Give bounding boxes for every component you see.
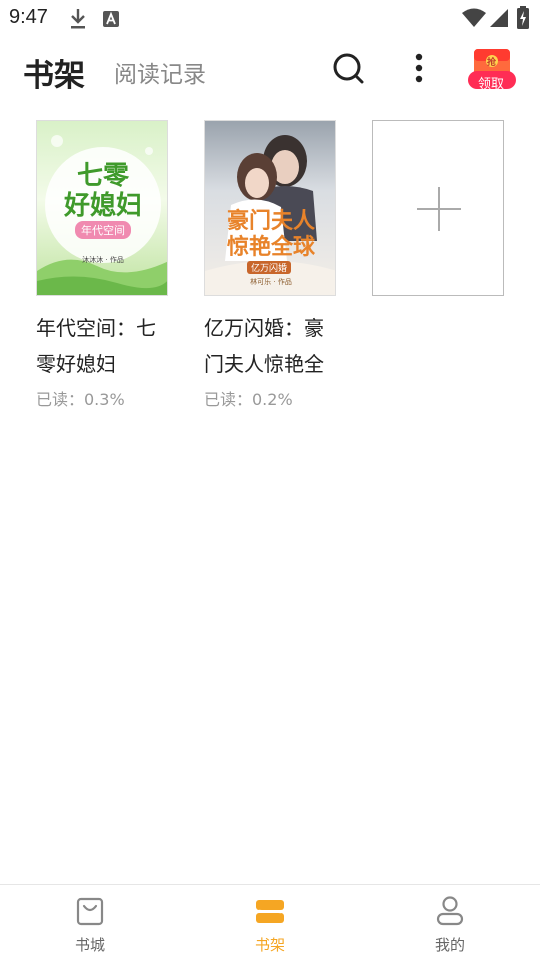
reward-badge-top: 抢	[487, 58, 497, 68]
person-icon	[436, 896, 464, 926]
status-bar: 9:47	[0, 0, 540, 36]
book-title: 亿万闪婚：豪门夫人惊艳全球	[204, 316, 324, 376]
reward-badge-label: 领取	[478, 77, 505, 92]
nav-label: 书城	[74, 936, 105, 954]
app-notification-icon	[103, 11, 119, 27]
tab-bookshelf[interactable]: 书架	[23, 50, 85, 95]
book-cover[interactable]: 豪门夫人 惊艳全球 亿万闪婚 林可乐 · 作品	[204, 120, 336, 296]
cover-title-line2: 惊艳全球	[226, 234, 315, 260]
add-book-button[interactable]	[372, 120, 504, 296]
header: 书架 阅读记录 抢 领取	[0, 40, 540, 100]
bookshelf-icon	[256, 900, 284, 923]
nav-label: 我的	[434, 936, 465, 954]
book-item[interactable]: 七零 好媳妇 年代空间 沐沐沐 · 作品 年代空间：七零好媳妇 已读：0.3%	[36, 120, 168, 410]
battery-charging-icon	[517, 6, 529, 29]
tab-reading-history[interactable]: 阅读记录	[114, 55, 206, 89]
cover-author: 沐沐沐 · 作品	[82, 256, 124, 264]
search-icon[interactable]	[332, 52, 364, 84]
cover-title-line2: 好媳妇	[63, 191, 142, 221]
nav-bookstore[interactable]: 书城	[0, 885, 180, 960]
download-icon	[71, 9, 85, 29]
bottom-nav: 书城 书架 我的	[0, 884, 540, 960]
nav-profile[interactable]: 我的	[360, 885, 540, 960]
book-progress: 已读：0.2%	[204, 390, 293, 409]
more-options-icon[interactable]	[412, 52, 426, 84]
book-title: 年代空间：七零好媳妇	[36, 316, 156, 376]
plus-icon-vertical	[438, 187, 440, 231]
cover-ribbon: 年代空间	[75, 221, 131, 239]
nav-bookshelf[interactable]: 书架	[180, 885, 360, 960]
cover-ribbon: 亿万闪婚	[247, 261, 292, 274]
status-time: 9:47	[9, 6, 48, 28]
wifi-icon	[462, 8, 486, 27]
book-progress: 已读：0.3%	[36, 390, 125, 409]
bag-icon	[76, 897, 104, 926]
signal-icon	[490, 9, 508, 27]
reward-badge-button[interactable]: 抢 领取	[468, 47, 518, 92]
cover-author: 林可乐 · 作品	[250, 278, 292, 286]
nav-label: 书架	[254, 936, 285, 954]
book-cover[interactable]: 七零 好媳妇 年代空间 沐沐沐 · 作品	[36, 120, 168, 296]
book-item[interactable]: 豪门夫人 惊艳全球 亿万闪婚 林可乐 · 作品 亿万闪婚：豪门夫人惊艳全球 已读…	[204, 120, 336, 410]
